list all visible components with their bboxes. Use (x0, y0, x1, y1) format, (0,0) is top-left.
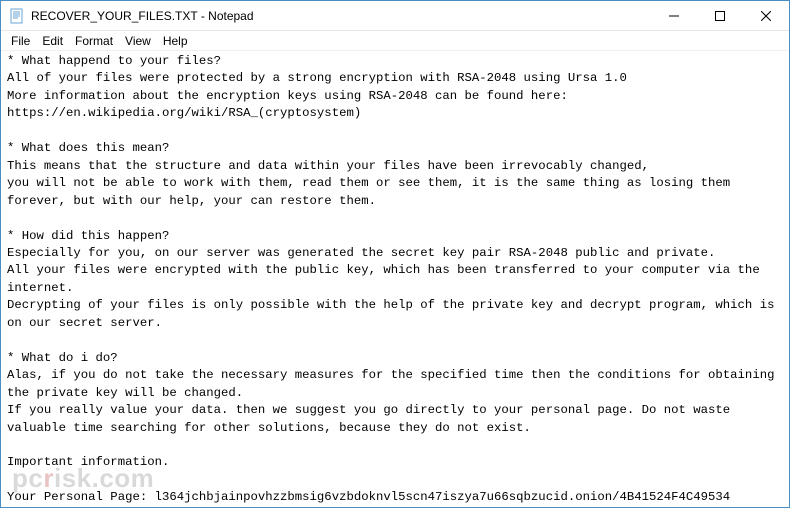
menu-help[interactable]: Help (157, 32, 194, 50)
titlebar: RECOVER_YOUR_FILES.TXT - Notepad (1, 1, 789, 31)
minimize-button[interactable] (651, 1, 697, 31)
maximize-icon (715, 11, 725, 21)
notepad-icon (9, 8, 25, 24)
menu-format[interactable]: Format (69, 32, 119, 50)
maximize-button[interactable] (697, 1, 743, 31)
notepad-window: RECOVER_YOUR_FILES.TXT - Notepad File Ed… (0, 0, 790, 508)
window-title: RECOVER_YOUR_FILES.TXT - Notepad (31, 9, 651, 23)
minimize-icon (669, 11, 679, 21)
menu-view[interactable]: View (119, 32, 157, 50)
menubar: File Edit Format View Help (1, 31, 789, 51)
menu-edit[interactable]: Edit (36, 32, 69, 50)
window-controls (651, 1, 789, 30)
close-button[interactable] (743, 1, 789, 31)
close-icon (761, 11, 771, 21)
menu-file[interactable]: File (5, 32, 36, 50)
text-content[interactable]: * What happend to your files? All of you… (1, 51, 789, 507)
